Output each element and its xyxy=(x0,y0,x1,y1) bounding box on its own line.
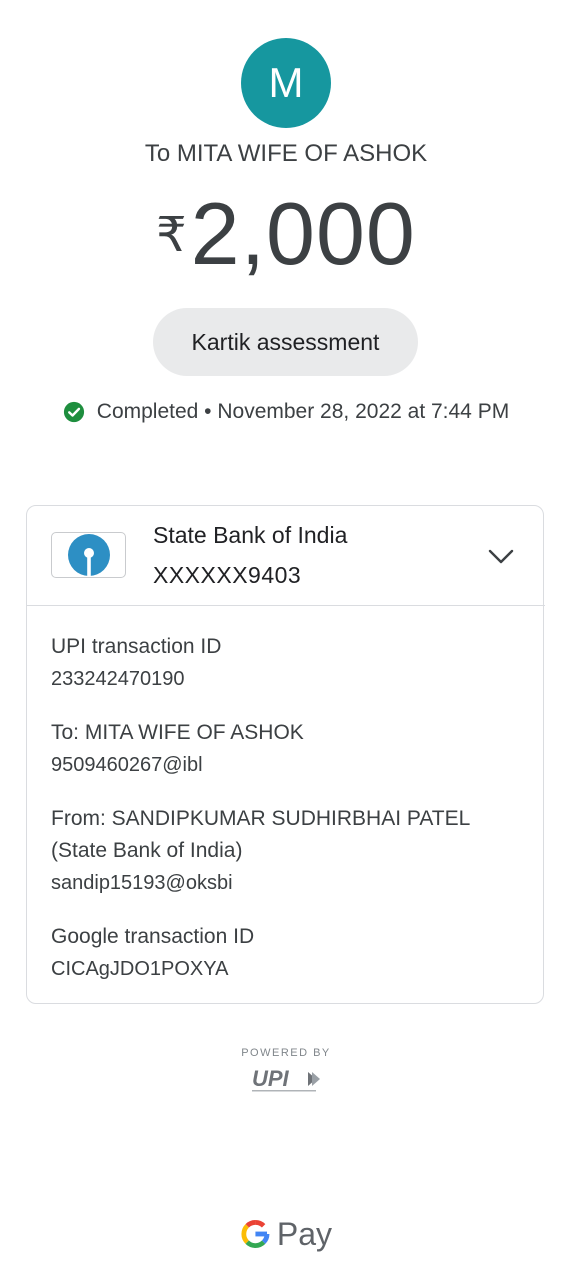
upi-transaction-block: UPI transaction ID 233242470190 xyxy=(51,631,521,695)
recipient-title: To MITA WIFE OF ASHOK xyxy=(144,140,428,167)
bank-account-number: XXXXXX9403 xyxy=(153,562,302,588)
avatar-initial: M xyxy=(268,59,304,106)
bank-account-row[interactable]: State Bank of India XXXXXX9403 xyxy=(27,506,545,606)
payment-amount: ₹2,000 xyxy=(0,190,572,278)
payment-note-text: Kartik assessment xyxy=(191,328,380,355)
to-label: To: MITA WIFE OF ASHOK xyxy=(51,721,304,744)
google-transaction-id: CICAgJDO1POXYA xyxy=(51,958,229,980)
currency-symbol: ₹ xyxy=(156,209,187,262)
upi-transaction-label: UPI transaction ID xyxy=(51,635,222,658)
google-g-icon xyxy=(241,1220,270,1248)
check-circle-icon xyxy=(63,401,84,423)
upi-logo-text: UPI xyxy=(252,1066,290,1091)
transaction-status: Completed • November 28, 2022 at 7:44 PM xyxy=(0,400,572,424)
amount-value: 2,000 xyxy=(190,184,416,283)
to-block: To: MITA WIFE OF ASHOK 9509460267@ibl xyxy=(51,717,521,781)
gpay-text: Pay xyxy=(276,1215,332,1252)
transaction-details-card: State Bank of India XXXXXX9403 UPI trans… xyxy=(26,505,545,1007)
bank-logo xyxy=(51,532,126,578)
upi-logo: UPI xyxy=(252,1066,320,1092)
chevron-down-icon[interactable] xyxy=(487,542,515,570)
powered-by-label: POWERED BY xyxy=(241,1047,331,1059)
transaction-details: UPI transaction ID 233242470190 To: MITA… xyxy=(51,631,521,1007)
gpay-logo: Pay xyxy=(240,1214,332,1254)
from-upi-id: sandip15193@oksbi xyxy=(51,872,233,894)
google-transaction-label: Google transaction ID xyxy=(51,925,255,948)
to-upi-id: 9509460267@ibl xyxy=(51,754,203,776)
from-block: From: SANDIPKUMAR SUDHIRBHAI PATEL (Stat… xyxy=(51,803,521,899)
from-label: From: SANDIPKUMAR SUDHIRBHAI PATEL xyxy=(51,807,471,830)
upi-transaction-id: 233242470190 xyxy=(51,668,185,690)
status-text: Completed • November 28, 2022 at 7:44 PM xyxy=(96,400,510,423)
sbi-logo-icon xyxy=(67,534,110,576)
recipient-avatar: M xyxy=(241,38,331,128)
google-transaction-block: Google transaction ID CICAgJDO1POXYA xyxy=(51,921,521,985)
from-bank-label: (State Bank of India) xyxy=(51,839,243,862)
payment-note: Kartik assessment xyxy=(153,308,418,376)
bank-name: State Bank of India xyxy=(153,522,348,548)
